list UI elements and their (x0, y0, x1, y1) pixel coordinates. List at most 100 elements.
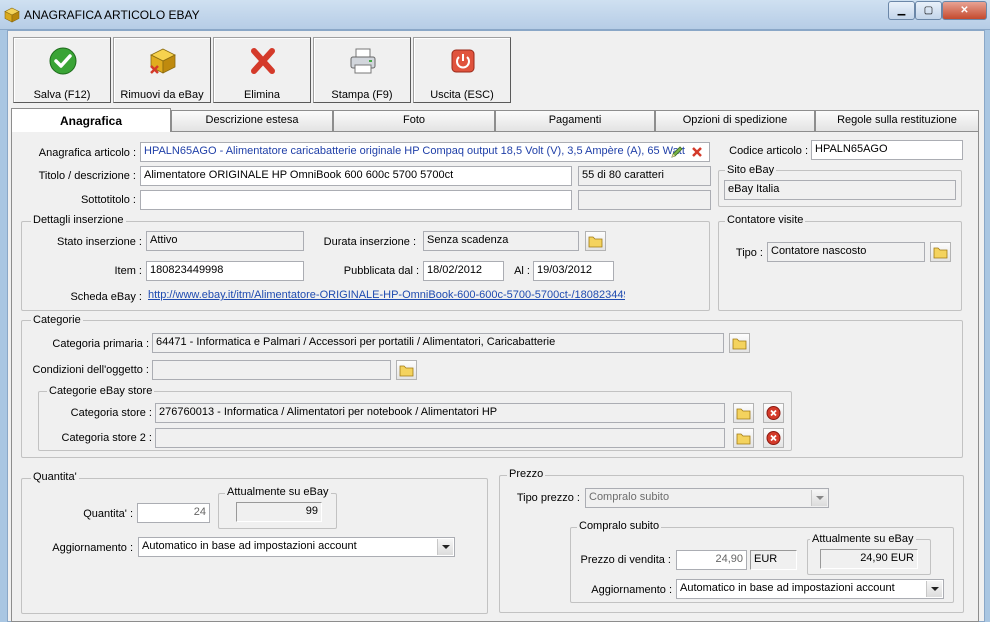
maximize-button[interactable]: ▢ (915, 1, 942, 20)
categorie-group-label: Categorie (31, 314, 83, 326)
folder-icon (933, 247, 948, 259)
item-label: Item : (114, 265, 142, 277)
sito-ebay-field: eBay Italia (724, 180, 956, 200)
prezzo-aggiornamento-select[interactable]: Automatico in base ad impostazioni accou… (676, 579, 944, 599)
pencil-icon[interactable] (670, 145, 684, 159)
valuta-field: EUR (750, 550, 797, 570)
contatore-visite-group (718, 221, 962, 311)
exit-label: Uscita (ESC) (430, 89, 494, 101)
tab-descrizione-estesa[interactable]: Descrizione estesa (171, 110, 333, 131)
codice-articolo-field[interactable]: HPALN65AGO (811, 140, 963, 160)
durata-browse-button[interactable] (585, 231, 606, 251)
chevron-down-icon[interactable] (437, 539, 453, 555)
anagrafica-articolo-field[interactable]: HPALN65AGO - Alimentatore caricabatterie… (140, 142, 710, 162)
prezzo-aggiornamento-label: Aggiornamento : (591, 584, 672, 596)
condizioni-oggetto-field (152, 360, 391, 380)
categoria-store-browse-button[interactable] (733, 403, 754, 423)
prezzo-vendita-field[interactable]: 24,90 (676, 550, 747, 570)
tab-pagamenti[interactable]: Pagamenti (495, 110, 655, 131)
remove-from-ebay-label: Rimuovi da eBay (120, 89, 204, 101)
save-button[interactable]: Salva (F12) (13, 37, 111, 103)
categoria-store2-clear-button[interactable] (763, 428, 784, 448)
stato-inserzione-field: Attivo (146, 231, 304, 251)
tab-anagrafica[interactable]: Anagrafica (11, 108, 171, 132)
anagrafica-articolo-label: Anagrafica articolo : (38, 147, 136, 159)
scheda-ebay-link-box: http://www.ebay.it/itm/Alimentatore-ORIG… (148, 289, 625, 301)
printer-icon (350, 48, 376, 74)
stato-inserzione-label: Stato inserzione : (57, 236, 142, 248)
folder-icon (736, 408, 751, 420)
delete-label: Elimina (243, 89, 281, 101)
quantita-aggiornamento-value: Automatico in base ad impostazioni accou… (142, 540, 357, 552)
titolo-char-count: 55 di 80 caratteri (578, 166, 711, 186)
categorie-store-group-label: Categorie eBay store (47, 385, 155, 397)
sottotitolo-char-count (578, 190, 711, 210)
contatore-browse-button[interactable] (930, 242, 951, 262)
power-icon (451, 49, 475, 73)
tab-foto[interactable]: Foto (333, 110, 495, 131)
prezzo-group-label: Prezzo (507, 468, 546, 480)
durata-inserzione-field: Senza scadenza (423, 231, 579, 251)
exit-button[interactable]: Uscita (ESC) (413, 37, 511, 103)
condizioni-browse-button[interactable] (396, 360, 417, 380)
print-button[interactable]: Stampa (F9) (313, 37, 411, 103)
titolo-field[interactable]: Alimentatore ORIGINALE HP OmniBook 600 6… (140, 166, 572, 186)
al-field[interactable]: 19/03/2012 (533, 261, 614, 281)
folder-icon (736, 433, 751, 445)
compralo-subito-group-label: Compralo subito (577, 520, 662, 532)
window-title: ANAGRAFICA ARTICOLO EBAY (24, 8, 200, 22)
categoria-store2-browse-button[interactable] (733, 428, 754, 448)
folder-icon (588, 236, 603, 248)
delete-circle-icon (766, 406, 781, 420)
prezzo-vendita-label: Prezzo di vendita : (580, 554, 672, 566)
categoria-primaria-browse-button[interactable] (729, 333, 750, 353)
tab-regole-restituzione[interactable]: Regole sulla restituzione (815, 110, 979, 131)
quantita-aggiornamento-label: Aggiornamento : (52, 542, 133, 554)
tab-opzioni-spedizione[interactable]: Opzioni di spedizione (655, 110, 815, 131)
tipo-prezzo-value: Compralo subito (589, 491, 670, 503)
tipo-contatore-label: Tipo : (735, 247, 763, 259)
categoria-store-label: Categoria store : (70, 407, 152, 419)
tipo-contatore-field: Contatore nascosto (767, 242, 925, 262)
sito-ebay-group-label: Sito eBay (725, 164, 777, 176)
categoria-primaria-label: Categoria primaria : (52, 338, 149, 350)
scheda-ebay-link[interactable]: http://www.ebay.it/itm/Alimentatore-ORIG… (148, 289, 625, 301)
quantita-label: Quantita' : (83, 508, 133, 520)
item-field[interactable]: 180823449998 (146, 261, 304, 281)
prezzo-attuale-group-label: Attualmente su eBay (810, 533, 916, 545)
save-label: Salva (F12) (33, 89, 91, 101)
minimize-button[interactable]: ▁ (888, 1, 915, 20)
quantita-attuale-value: 99 (236, 502, 322, 522)
close-window-button[interactable]: ✕ (942, 1, 987, 20)
categoria-store-clear-button[interactable] (763, 403, 784, 423)
remove-from-ebay-button[interactable]: Rimuovi da eBay (113, 37, 211, 103)
prezzo-aggiornamento-value: Automatico in base ad impostazioni accou… (680, 582, 895, 594)
condizioni-oggetto-label: Condizioni dell'oggetto : (32, 364, 149, 376)
sottotitolo-label: Sottotitolo : (80, 194, 136, 206)
quantita-group-label: Quantita' (31, 471, 79, 483)
quantita-aggiornamento-select[interactable]: Automatico in base ad impostazioni accou… (138, 537, 455, 557)
prezzo-attuale-value: 24,90 EUR (820, 549, 918, 569)
pubblicata-dal-label: Pubblicata dal : (343, 265, 419, 277)
print-label: Stampa (F9) (331, 89, 393, 101)
delete-button[interactable]: Elimina (213, 37, 311, 103)
tipo-prezzo-select[interactable]: Compralo subito (585, 488, 829, 508)
folder-icon (732, 338, 747, 350)
codice-articolo-label: Codice articolo : (729, 145, 808, 157)
sottotitolo-field[interactable] (140, 190, 572, 210)
chevron-down-icon[interactable] (811, 490, 827, 506)
categoria-store2-label: Categoria store 2 : (61, 432, 153, 444)
quantita-field[interactable]: 24 (137, 503, 210, 523)
clear-x-icon[interactable] (690, 145, 704, 159)
quantita-attuale-group-label: Attualmente su eBay (225, 486, 331, 498)
app-cube-icon (4, 7, 20, 23)
pubblicata-dal-field[interactable]: 18/02/2012 (423, 261, 504, 281)
chevron-down-icon[interactable] (926, 581, 942, 597)
categoria-store-field: 276760013 - Informatica / Alimentatori p… (155, 403, 725, 423)
al-label: Al : (514, 265, 530, 277)
categoria-store2-field (155, 428, 725, 448)
categoria-primaria-field: 64471 - Informatica e Palmari / Accessor… (152, 333, 724, 353)
check-icon (49, 47, 77, 75)
delete-circle-icon (766, 431, 781, 445)
contatore-visite-group-label: Contatore visite (725, 214, 806, 226)
